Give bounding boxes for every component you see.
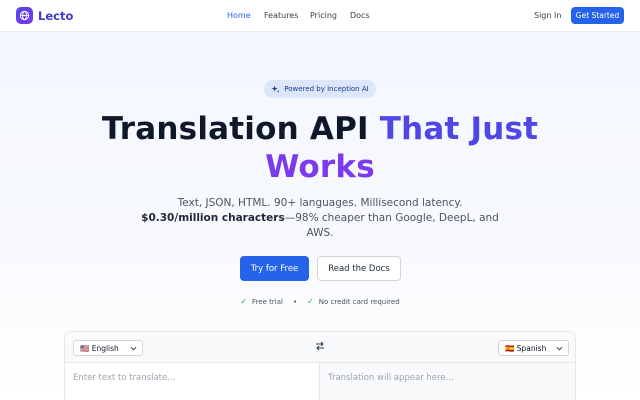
source-placeholder: Enter text to translate...	[73, 373, 176, 383]
feature-checks: ✓ Free trial • ✓ No credit card required	[0, 297, 640, 306]
check-icon: ✓	[240, 297, 248, 306]
swap-languages-button[interactable]	[315, 341, 325, 354]
page-title: Translation API That Just Works	[0, 110, 640, 186]
source-language-label: 🇺🇸 English	[80, 343, 119, 353]
check-free-trial: Free trial	[252, 297, 283, 306]
badge-label: Powered by Inception AI	[284, 85, 369, 93]
top-nav: Lecto Home Features Pricing Docs Sign In…	[0, 0, 640, 32]
target-language-label: 🇪🇸 Spanish	[505, 343, 547, 353]
nav-link-docs[interactable]: Docs	[350, 11, 370, 20]
sign-in-link[interactable]: Sign In	[534, 11, 561, 20]
separator-dot: •	[292, 297, 298, 306]
read-the-docs-button[interactable]: Read the Docs	[317, 256, 401, 281]
target-language-select[interactable]: 🇪🇸 Spanish	[498, 340, 569, 356]
powered-by-badge: Powered by Inception AI	[264, 80, 376, 98]
nav-link-pricing[interactable]: Pricing	[310, 11, 337, 20]
headline-plain: Translation API	[101, 111, 380, 147]
brand-name: Lecto	[38, 8, 74, 23]
get-started-button[interactable]: Get Started	[571, 7, 624, 24]
subtitle-line1: Text, JSON, HTML. 90+ languages. Millise…	[177, 197, 463, 209]
check-no-credit-card: No credit card required	[318, 297, 400, 306]
source-text-input[interactable]: Enter text to translate...	[65, 363, 320, 400]
source-language-select[interactable]: 🇺🇸 English	[73, 340, 143, 356]
translation-output: Translation will appear here...	[320, 363, 575, 400]
brand-logo[interactable]: Lecto	[16, 7, 73, 24]
globe-icon	[16, 7, 33, 24]
target-placeholder: Translation will appear here...	[328, 373, 454, 383]
chevron-down-icon	[130, 346, 137, 351]
nav-link-home[interactable]: Home	[227, 11, 251, 20]
translator-panel: 🇺🇸 English 🇪🇸 Spanish Enter text to tran…	[64, 331, 576, 400]
check-icon: ✓	[307, 297, 314, 306]
translator-toolbar: 🇺🇸 English 🇪🇸 Spanish	[65, 332, 575, 363]
chevron-down-icon	[556, 346, 563, 351]
hero-subtitle: Text, JSON, HTML. 90+ languages. Millise…	[140, 196, 500, 241]
subtitle-price: $0.30/million characters	[141, 212, 285, 224]
sparkle-icon	[271, 84, 280, 93]
try-for-free-button[interactable]: Try for Free	[240, 256, 309, 281]
swap-icon	[316, 341, 324, 351]
nav-link-features[interactable]: Features	[264, 11, 298, 20]
subtitle-rest: —98% cheaper than Google, DeepL, and AWS…	[284, 212, 499, 239]
headline-accent-1: That Just	[379, 111, 539, 147]
headline-accent-2: Works	[265, 149, 375, 185]
